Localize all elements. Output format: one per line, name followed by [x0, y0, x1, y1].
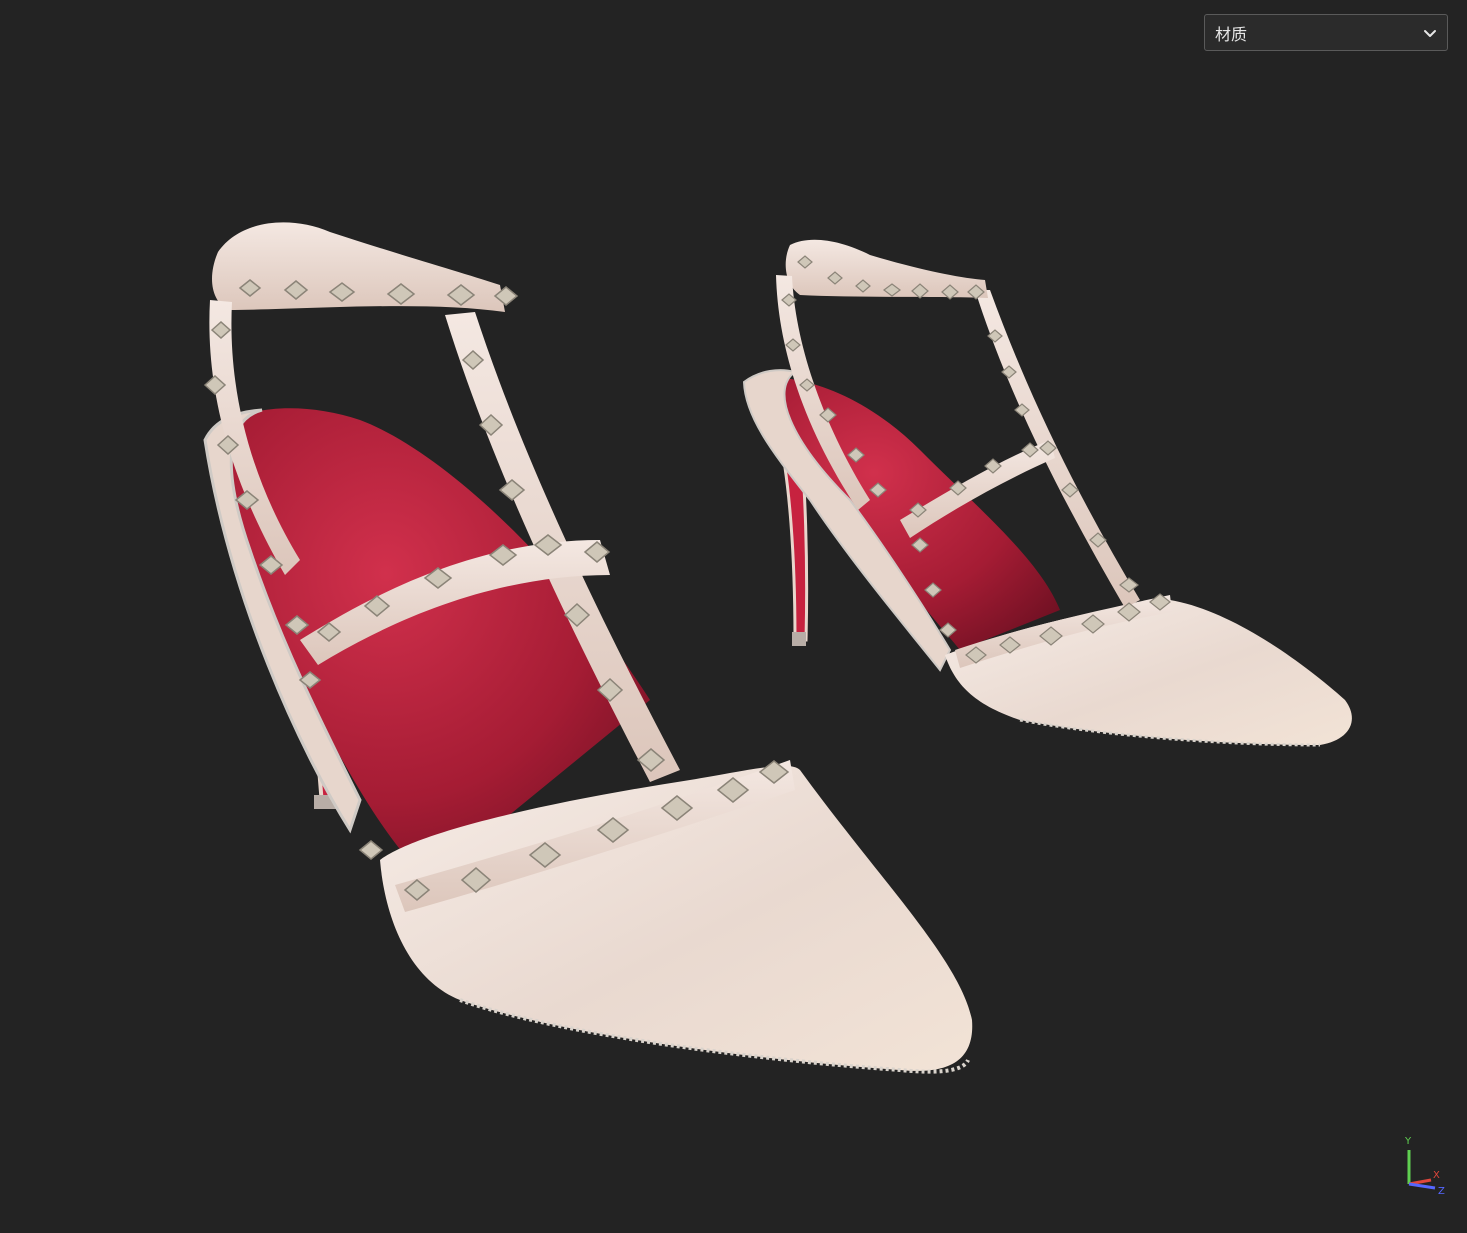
x-axis-label: X [1433, 1170, 1440, 1181]
material-select-value: 材质 [1215, 24, 1248, 44]
right-shoe-heel-tip [792, 632, 806, 646]
material-select[interactable]: 材质 [1204, 14, 1448, 51]
right-shoe [742, 239, 1352, 747]
y-axis-label: Y [1404, 1136, 1412, 1147]
z-axis-label: Z [1438, 1186, 1445, 1196]
axis-gizmo: Y X Z [1404, 1136, 1445, 1196]
chevron-down-icon [1423, 26, 1437, 40]
shoe-model-render[interactable] [0, 0, 1467, 1233]
left-shoe [203, 222, 973, 1074]
3d-viewport[interactable]: 材质 Y X Z [0, 0, 1467, 1233]
z-axis-line [1408, 1182, 1436, 1190]
